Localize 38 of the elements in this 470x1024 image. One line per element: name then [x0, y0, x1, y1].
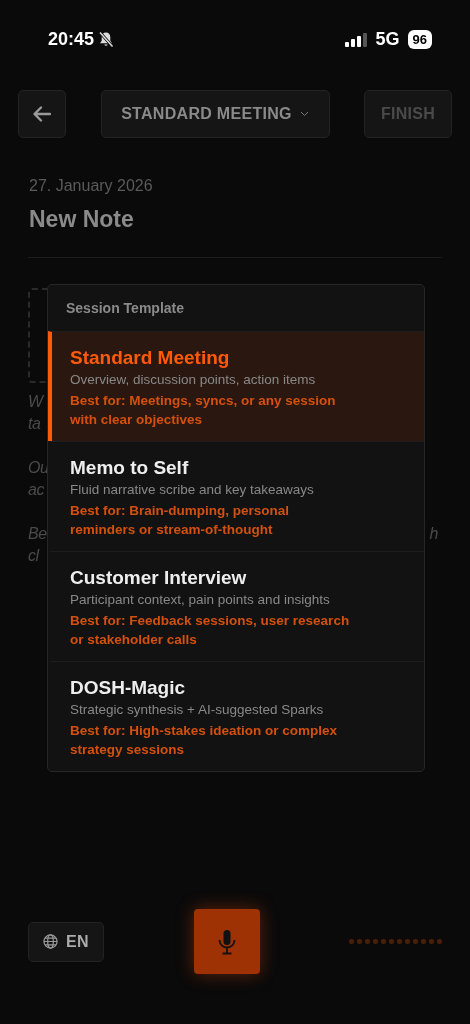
option-best-for: Best for: Feedback sessions, user research or stakeholder calls — [70, 612, 351, 649]
chevron-down-icon — [299, 111, 309, 117]
signal-icon — [344, 32, 368, 47]
template-option[interactable]: Standard Meeting Overview, discussion points, action items Best for: Meetings, syncs, or any session with clear objectives — [48, 331, 424, 441]
template-option[interactable]: Customer Interview Participant context, pain points and insights Best for: Feedback sessions, user research or stakeholder calls — [48, 551, 424, 661]
note-date: 27. January 2026 — [29, 176, 154, 196]
note-title: New Note — [29, 205, 135, 234]
placeholder-text: Be — [28, 523, 47, 544]
globe-icon — [43, 934, 58, 949]
placeholder-text: ac — [28, 479, 44, 500]
template-option[interactable]: Memo to Self Fluid narrative scribe and key takeaways Best for: Brain-dumping, personal reminders or stream-of-thought — [48, 441, 424, 551]
option-description: Strategic synthesis + AI-suggested Sparks — [70, 701, 325, 719]
menu-heading: Session Template — [65, 299, 185, 318]
option-title: Standard Meeting — [70, 346, 231, 370]
option-title: Memo to Self — [70, 456, 190, 480]
template-dropdown[interactable]: STANDARD MEETING — [100, 90, 330, 138]
status-time: 20:45 — [48, 28, 95, 51]
placeholder-text: h — [429, 523, 438, 544]
back-arrow-icon — [33, 106, 51, 122]
option-best-for: Best for: Brain-dumping, personal reminders or stream-of-thought — [70, 502, 290, 539]
template-option[interactable]: DOSH-Magic Strategic synthesis + AI-suggested Sparks Best for: High-stakes ideation or complex strategy sessions — [48, 661, 424, 771]
option-title: DOSH-Magic — [70, 676, 187, 700]
option-description: Fluid narrative scribe and key takeaways — [70, 481, 315, 499]
option-description: Participant context, pain points and insights — [70, 591, 331, 609]
placeholder-text: W — [28, 391, 43, 412]
back-button[interactable] — [18, 90, 66, 138]
microphone-icon — [217, 928, 236, 955]
option-title: Customer Interview — [70, 566, 248, 590]
network-label: 5G — [375, 28, 400, 51]
placeholder-text: ta — [28, 413, 41, 434]
muted-bell-icon — [98, 31, 115, 48]
option-description: Overview, discussion points, action items — [70, 371, 317, 389]
battery-indicator: 96 — [407, 30, 432, 49]
option-best-for: Best for: Meetings, syncs, or any session with clear objectives — [70, 392, 337, 429]
language-button[interactable]: EN — [28, 921, 104, 962]
microphone-button[interactable] — [193, 909, 260, 974]
option-best-for: Best for: High-stakes ideation or complex strategy sessions — [70, 722, 339, 759]
placeholder-text: cl — [28, 545, 39, 566]
